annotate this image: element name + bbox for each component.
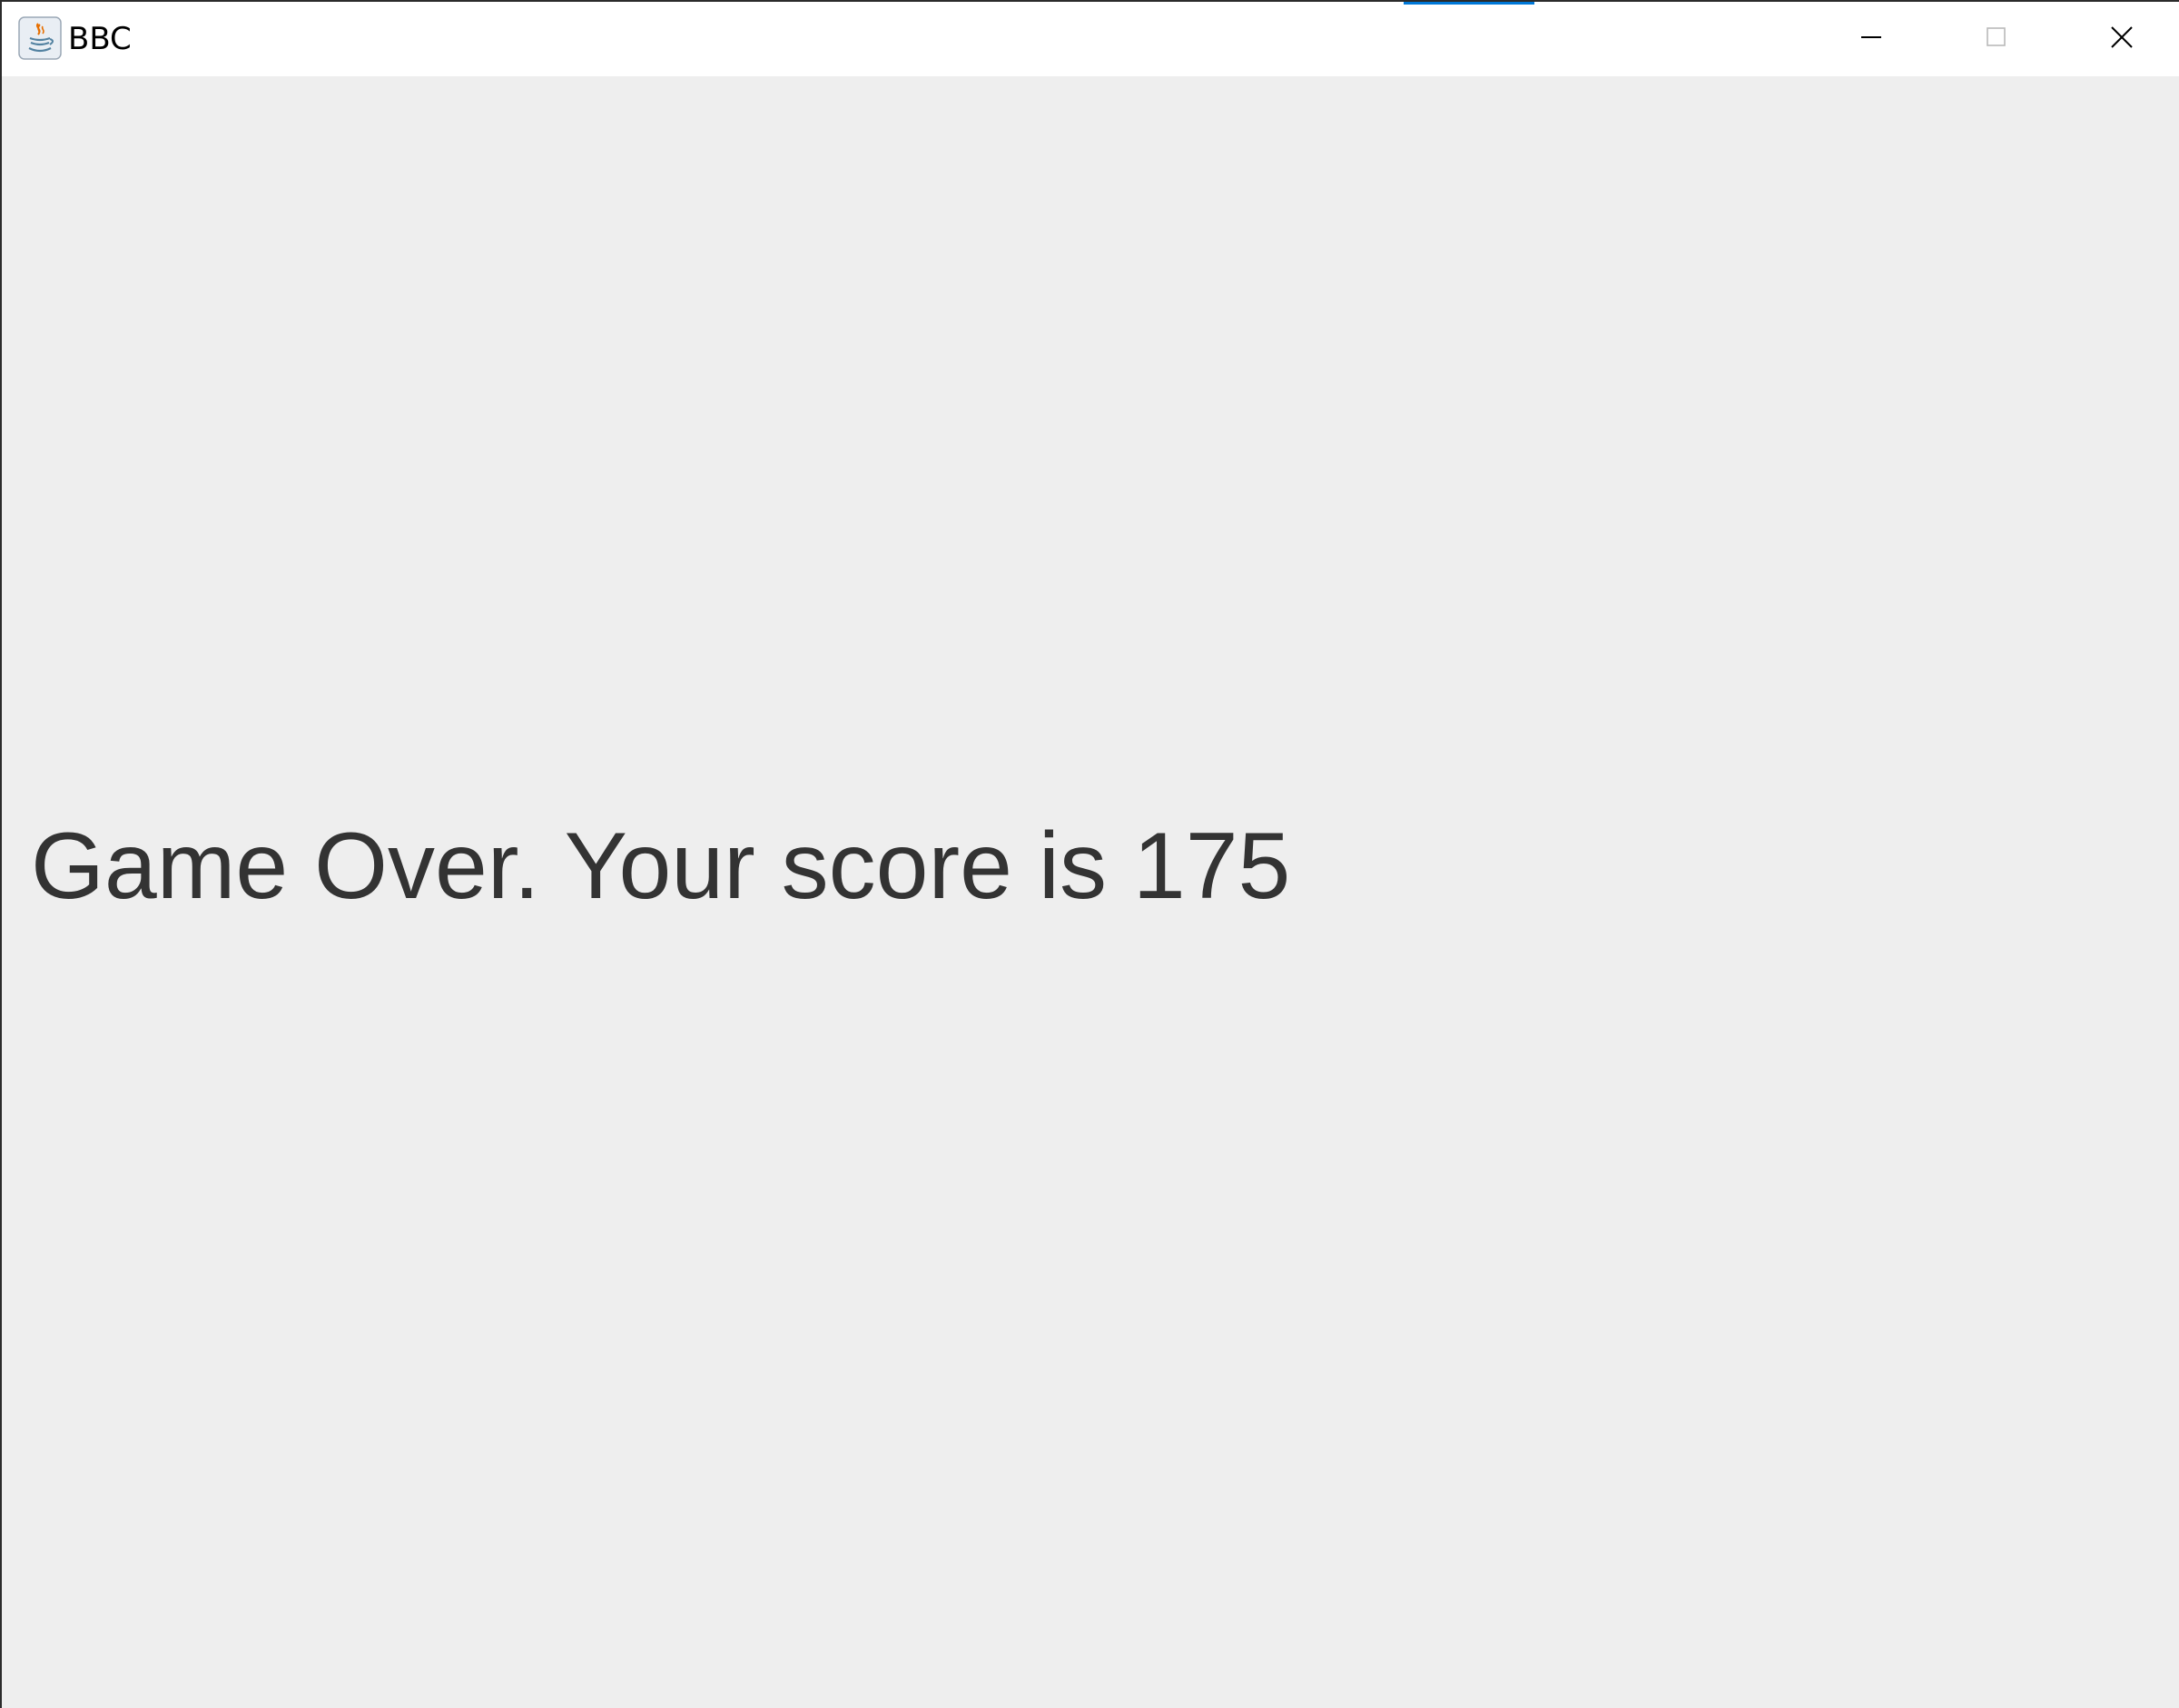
window-title: BBC (68, 21, 132, 57)
minimize-button[interactable] (1809, 2, 1934, 76)
game-over-message: Game Over. Your score is 175 (31, 814, 1291, 919)
maximize-button[interactable] (1934, 2, 2059, 76)
game-panel: Game Over. Your score is 175 (2, 76, 2179, 1708)
maximize-icon (1986, 26, 2007, 53)
title-bar[interactable]: BBC (2, 2, 2179, 76)
minimize-icon (1860, 26, 1882, 53)
java-cup-icon[interactable] (18, 16, 62, 60)
app-window: BBC Game Over. Your score is 175 (0, 0, 2179, 1708)
close-icon (2110, 25, 2134, 54)
taskbar-accent-strip (1404, 2, 1534, 5)
close-button[interactable] (2059, 2, 2179, 76)
